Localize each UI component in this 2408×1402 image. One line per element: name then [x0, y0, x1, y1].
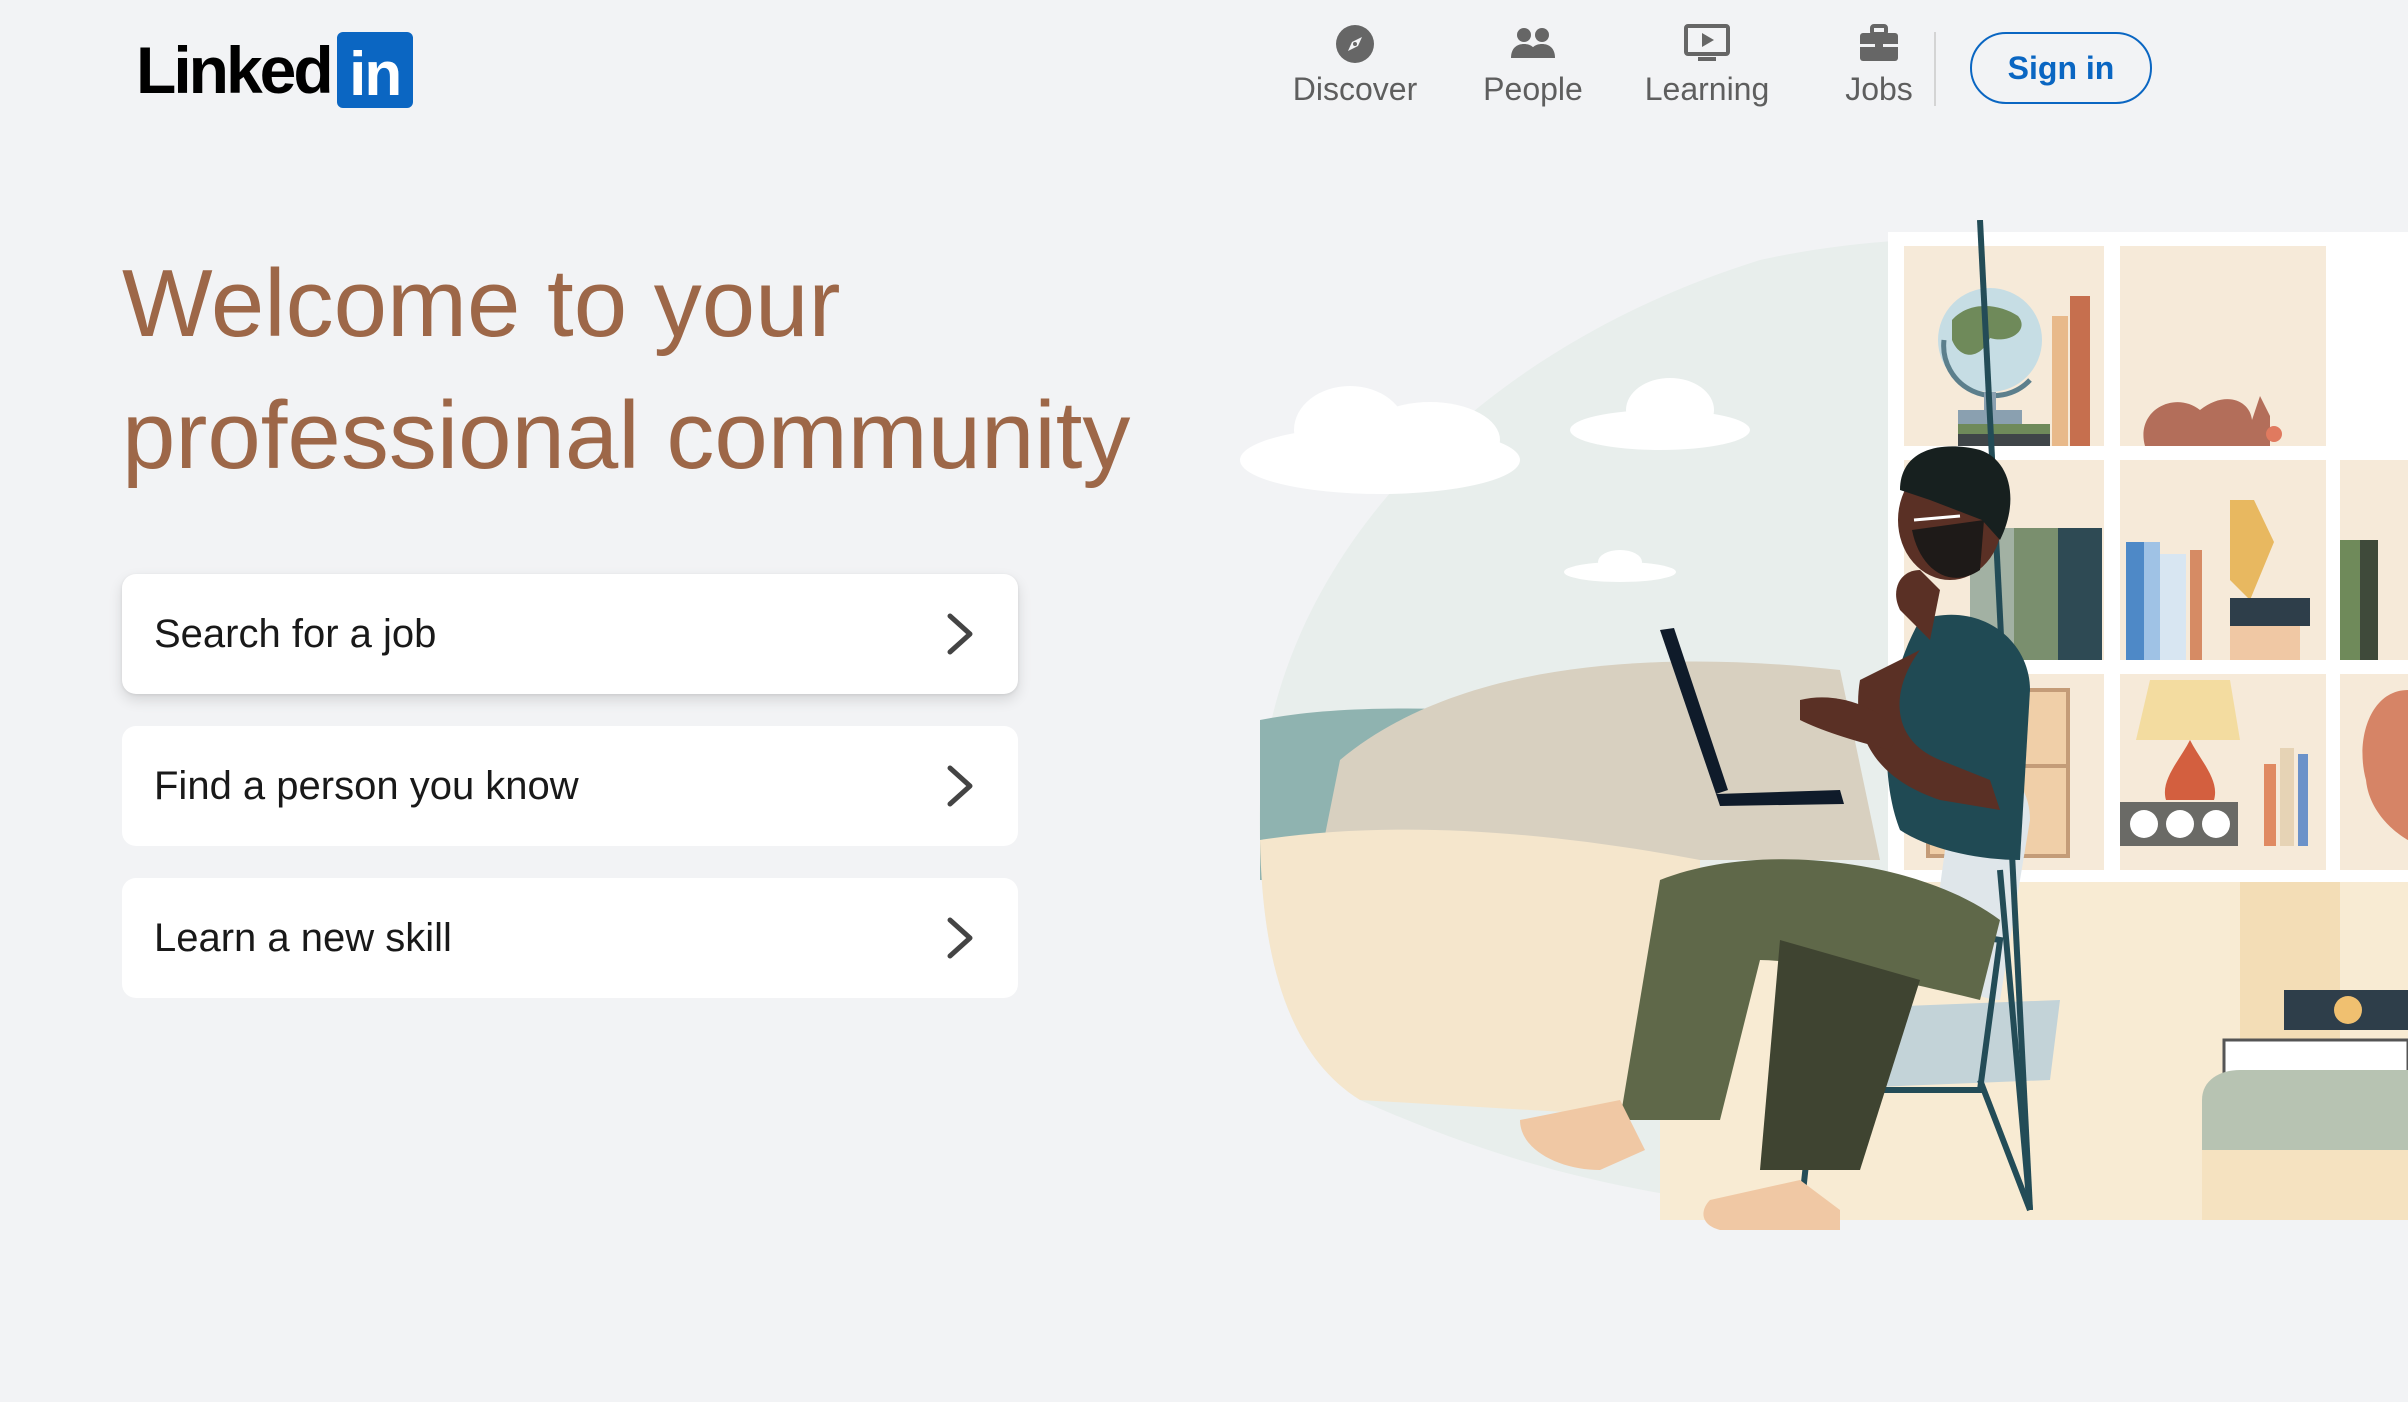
book	[2070, 296, 2090, 446]
linkedin-logo[interactable]: Linked in	[136, 30, 413, 110]
card-label: Find a person you know	[154, 763, 579, 808]
chevron-right-icon	[947, 917, 973, 959]
book	[2280, 748, 2294, 846]
cloud	[1240, 386, 1520, 494]
binder	[2058, 528, 2102, 660]
book	[2340, 540, 2360, 660]
nav-label: Jobs	[1845, 71, 1913, 107]
book	[2264, 764, 2276, 846]
card-label: Learn a new skill	[154, 915, 452, 960]
nav-jobs[interactable]: Jobs	[1824, 22, 1934, 108]
lamp-base	[2230, 598, 2310, 626]
logo-in-box: in	[336, 32, 413, 108]
nav-learning[interactable]: Learning	[1632, 22, 1782, 108]
book	[2126, 542, 2144, 660]
title-line-1: Welcome to your	[122, 250, 841, 357]
nav-label: Discover	[1292, 71, 1418, 107]
play-screen-icon	[1683, 22, 1731, 66]
page-title: Welcome to your professional community	[122, 238, 1182, 502]
ball	[2266, 426, 2282, 442]
chevron-right-icon	[947, 613, 973, 655]
book	[2360, 540, 2378, 660]
book	[2160, 554, 2186, 660]
book	[2052, 316, 2068, 446]
title-line-2: professional community	[122, 382, 1131, 489]
lamp-stand	[2230, 626, 2300, 660]
logo-wordmark: Linked	[136, 33, 334, 107]
nav-label: Learning	[1644, 71, 1770, 107]
book	[2144, 542, 2160, 660]
lamp-shade	[2136, 680, 2240, 740]
sofa-base	[2202, 1150, 2408, 1220]
sign-in-button[interactable]: Sign in	[1970, 32, 2152, 104]
book	[2190, 550, 2202, 660]
learn-skill-card[interactable]: Learn a new skill	[122, 878, 1018, 998]
binder	[2014, 528, 2058, 660]
hero-illustration	[1240, 220, 2408, 1230]
chevron-right-icon	[947, 765, 973, 807]
compass-icon	[1331, 22, 1379, 66]
people-icon	[1509, 22, 1557, 66]
nav-people[interactable]: People	[1468, 22, 1598, 108]
find-person-card[interactable]: Find a person you know	[122, 726, 1018, 846]
card-label: Search for a job	[154, 611, 437, 656]
nav-label: People	[1483, 71, 1583, 107]
nav-discover[interactable]: Discover	[1290, 22, 1420, 108]
nav-divider	[1934, 32, 1936, 106]
briefcase-icon	[1855, 22, 1903, 66]
search-job-card[interactable]: Search for a job	[122, 574, 1018, 694]
book	[2298, 754, 2308, 846]
